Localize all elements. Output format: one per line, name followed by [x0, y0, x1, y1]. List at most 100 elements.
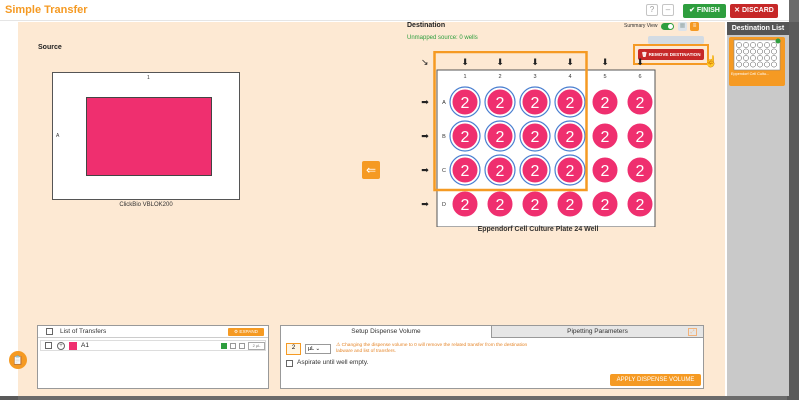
- well-value: 2: [601, 129, 610, 146]
- well-value: 2: [496, 163, 505, 180]
- minimize-icon[interactable]: –: [662, 4, 674, 16]
- hand-cursor-icon: ☝: [704, 56, 718, 68]
- unmapped-status: Unmapped source: 0 wells: [407, 35, 478, 41]
- source-well-a1[interactable]: [86, 97, 212, 176]
- well-value: 2: [531, 95, 540, 112]
- well-value: 2: [531, 197, 540, 214]
- list-icon[interactable]: ≡: [690, 22, 699, 31]
- grid-icon[interactable]: ▦: [678, 22, 687, 31]
- status-icon[interactable]: [221, 343, 227, 349]
- dispense-volume-input[interactable]: 2: [286, 343, 301, 355]
- aspirate-label: Aspirate until well empty.: [297, 359, 369, 366]
- discard-button[interactable]: ✕ DISCARD: [730, 4, 778, 18]
- destination-list-header: Destination List: [727, 22, 789, 35]
- aspirate-checkbox[interactable]: [286, 360, 293, 367]
- source-plate-name: ClickBio VBLOK200: [119, 202, 173, 208]
- thumbnail-well: [764, 61, 770, 68]
- thumbnail-status-dot: [775, 38, 781, 44]
- title-bar: Simple Transfer ? – ✔ FINISH ✕ DISCARD: [0, 0, 789, 21]
- more-icon[interactable]: [239, 343, 245, 349]
- destination-list-panel: Destination List Eppendorf Cell Cultu...: [727, 22, 789, 396]
- thumbnail-well: [757, 48, 763, 55]
- thumbnail-well: [750, 55, 756, 61]
- finish-button[interactable]: ✔ FINISH: [683, 4, 726, 18]
- row-arrow-icon[interactable]: ➡: [421, 98, 429, 108]
- well-value: 2: [531, 129, 540, 146]
- simple-transfer-modal: Simple Transfer ? – ✔ FINISH ✕ DISCARD S…: [0, 0, 789, 396]
- thumbnail-well: [750, 48, 756, 55]
- dispense-warning: ⚠ Changing the dispense volume to 0 will…: [336, 343, 528, 354]
- transfer-row[interactable]: + A1 2 µL: [40, 340, 266, 351]
- column-arrow-icon[interactable]: ⬇: [531, 58, 539, 68]
- row-label: B: [442, 134, 446, 140]
- toggle-knob: [668, 24, 673, 29]
- well-value: 2: [461, 95, 470, 112]
- row-arrow-icon[interactable]: ➡: [421, 132, 429, 142]
- column-label: 5: [603, 74, 606, 80]
- well-color-swatch: [69, 342, 77, 350]
- tab-setup-dispense-volume[interactable]: Setup Dispense Volume: [281, 326, 492, 338]
- destination-card-name: Eppendorf Cell Cultu...: [731, 72, 770, 76]
- thumbnail-well: [764, 55, 770, 61]
- column-arrow-icon[interactable]: ⬇: [601, 58, 609, 68]
- thumbnail-well: [771, 42, 777, 48]
- thumbnail-well: [757, 55, 763, 61]
- tab-pipetting-parameters[interactable]: Pipetting Parameters: [492, 326, 703, 338]
- thumbnail-well: [736, 42, 742, 48]
- thumbnail-well: [736, 55, 742, 61]
- transfer-arrow-button[interactable]: ⇐: [362, 161, 380, 179]
- column-arrow-icon[interactable]: ⬇: [566, 58, 574, 68]
- summary-view-toggle[interactable]: [661, 23, 674, 30]
- expand-row-icon[interactable]: +: [57, 342, 65, 350]
- apply-dispense-volume-button[interactable]: APPLY DISPENSE VOLUME: [610, 374, 701, 386]
- source-plate[interactable]: 1 A: [52, 72, 240, 200]
- transfer-list-title: List of Transfers: [60, 328, 107, 335]
- well-value: 2: [636, 163, 645, 180]
- select-all-checkbox[interactable]: [46, 328, 53, 335]
- select-all-arrow-icon[interactable]: ↘: [421, 58, 429, 68]
- well-value: 2: [496, 129, 505, 146]
- destination-plate[interactable]: ↘ ⬇ 1 ⬇ 2 ⬇ 3 ⬇ 4 ⬇ 5 ⬇ 6 ➡ A 2 2 2 2 2 2 ➡ B 2 2 2 2 2 2 ➡ C 2 2 2 2 2 2 ➡ D 2…: [395, 51, 657, 227]
- column-label: 6: [638, 74, 641, 80]
- column-arrow-icon[interactable]: ⬇: [461, 58, 469, 68]
- unit-select[interactable]: µL ⌄: [305, 344, 331, 354]
- column-label: 4: [568, 74, 571, 80]
- row-arrow-icon[interactable]: ➡: [421, 166, 429, 176]
- row-arrow-icon[interactable]: ➡: [421, 200, 429, 210]
- destination-card[interactable]: Eppendorf Cell Cultu...: [729, 37, 785, 86]
- well-value: 2: [566, 129, 575, 146]
- transfer-list-header: List of Transfers ⚙ EXPAND: [38, 326, 268, 338]
- well-value: 2: [496, 95, 505, 112]
- well-value: 2: [461, 163, 470, 180]
- row-label: A: [442, 100, 446, 106]
- row-checkbox[interactable]: [45, 342, 52, 349]
- column-label: 2: [498, 74, 501, 80]
- column-label: 1: [463, 74, 466, 80]
- thumbnail-well: [757, 42, 763, 48]
- workspace: Source 1 A ClickBio VBLOK200 ⇐ Destinati…: [18, 22, 725, 317]
- summary-view-label: Summary View: [624, 23, 658, 29]
- help-icon[interactable]: ?: [646, 4, 658, 16]
- thumbnail-well: [764, 48, 770, 55]
- thumbnail-well: [743, 55, 749, 61]
- well-value: 2: [496, 197, 505, 214]
- transfer-list-panel: List of Transfers ⚙ EXPAND + A1 2 µL: [37, 325, 269, 389]
- thumbnail-well: [743, 61, 749, 68]
- thumbnail-well: [743, 48, 749, 55]
- column-arrow-icon[interactable]: ⬇: [496, 58, 504, 68]
- expand-panel-icon[interactable]: ⤢: [688, 328, 697, 336]
- edit-icon[interactable]: [230, 343, 236, 349]
- transfer-label: A1: [81, 342, 89, 349]
- destination-plate-name: Eppendorf Cell Culture Plate 24 Well: [477, 226, 599, 233]
- well-value: 2: [531, 163, 540, 180]
- transfer-volume: 2 µL: [248, 342, 265, 350]
- well-value: 2: [601, 197, 610, 214]
- well-value: 2: [566, 95, 575, 112]
- column-arrow-icon[interactable]: ⬇: [636, 58, 644, 68]
- expand-button[interactable]: ⚙ EXPAND: [228, 328, 264, 336]
- well-value: 2: [601, 163, 610, 180]
- help-fab-icon[interactable]: 📋: [9, 351, 27, 369]
- source-label: Source: [38, 44, 62, 51]
- destination-thumbnail: [733, 38, 781, 71]
- thumbnail-well: [750, 42, 756, 48]
